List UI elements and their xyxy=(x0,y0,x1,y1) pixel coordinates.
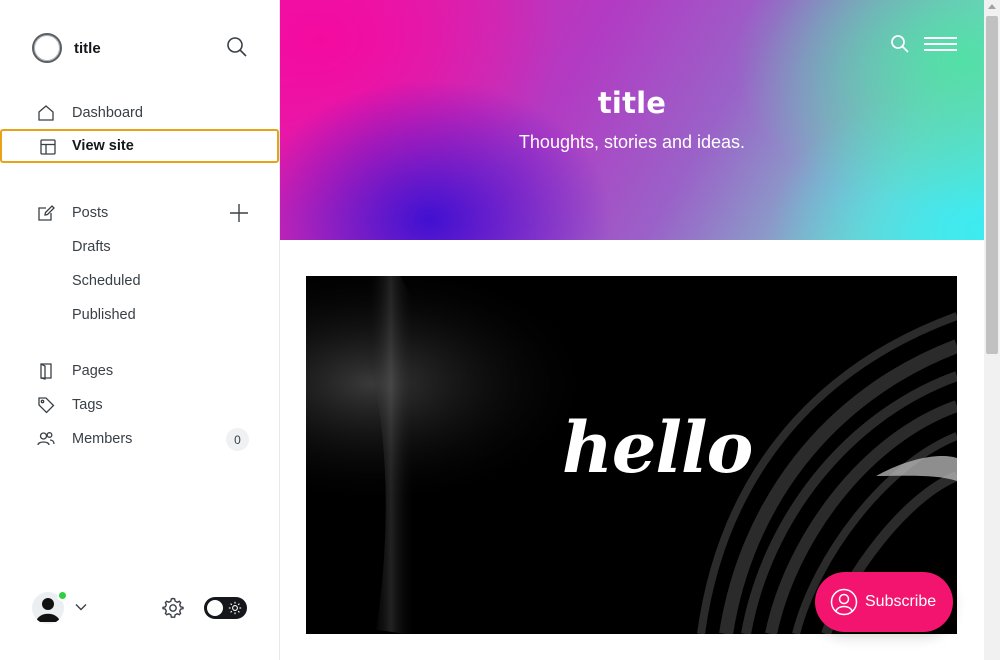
sidebar-item-members[interactable]: Members 0 xyxy=(0,422,279,456)
toggle-knob xyxy=(207,600,223,616)
sidebar-item-scheduled[interactable]: Scheduled xyxy=(0,264,279,298)
site-description: Thoughts, stories and ideas. xyxy=(518,132,746,152)
sidebar-item-label: Drafts xyxy=(72,239,111,255)
sidebar-item-label: Pages xyxy=(72,363,114,379)
search-icon[interactable] xyxy=(890,34,910,54)
sidebar-item-drafts[interactable]: Drafts xyxy=(0,230,279,264)
scrollbar-thumb[interactable] xyxy=(986,16,998,354)
sidebar-footer xyxy=(32,590,248,626)
sidebar: title Dashboard View site Posts Drafts S… xyxy=(0,0,280,660)
sidebar-item-label: Tags xyxy=(72,397,103,413)
subscribe-button[interactable]: Subscribe xyxy=(815,572,953,632)
sidebar-item-published[interactable]: Published xyxy=(0,298,279,332)
subscribe-label: Subscribe xyxy=(865,593,937,610)
site-logo xyxy=(32,33,62,63)
chevron-down-icon[interactable] xyxy=(74,600,88,614)
tag-icon xyxy=(38,397,55,414)
sidebar-item-pages[interactable]: Pages xyxy=(0,354,279,388)
sidebar-item-tags[interactable]: Tags xyxy=(0,388,279,422)
brand[interactable]: title xyxy=(32,32,101,64)
online-status-dot xyxy=(57,590,68,601)
scroll-up-arrow-icon[interactable] xyxy=(988,4,996,9)
plus-icon[interactable] xyxy=(229,203,249,223)
sun-icon xyxy=(228,601,242,615)
theme-toggle[interactable] xyxy=(204,597,247,619)
sidebar-item-view-site[interactable]: View site xyxy=(0,129,279,163)
home-icon xyxy=(38,105,54,121)
search-icon[interactable] xyxy=(226,36,248,58)
sidebar-item-posts[interactable]: Posts xyxy=(0,196,279,230)
members-count-badge: 0 xyxy=(226,428,249,451)
members-icon xyxy=(37,432,55,446)
sidebar-item-label: View site xyxy=(72,138,134,154)
sidebar-item-dashboard[interactable]: Dashboard xyxy=(0,96,279,130)
sidebar-item-label: Published xyxy=(72,307,136,323)
site-preview: title Thoughts, stories and ideas. hello… xyxy=(280,0,984,660)
user-circle-icon xyxy=(830,588,858,616)
feature-image-text: hello xyxy=(562,406,753,489)
site-header-hero: title Thoughts, stories and ideas. xyxy=(280,0,984,240)
layout-icon xyxy=(40,139,56,155)
sidebar-item-label: Scheduled xyxy=(72,273,141,289)
page-icon xyxy=(40,363,52,380)
sidebar-item-label: Dashboard xyxy=(72,105,143,121)
edit-icon xyxy=(38,205,55,221)
sidebar-item-label: Posts xyxy=(72,205,109,221)
gear-icon[interactable] xyxy=(161,596,185,620)
brand-title: title xyxy=(74,39,101,57)
site-title[interactable]: title xyxy=(280,86,984,120)
sidebar-item-label: Members xyxy=(72,431,133,447)
menu-icon[interactable] xyxy=(924,37,957,51)
scrollbar[interactable] xyxy=(984,0,1000,660)
